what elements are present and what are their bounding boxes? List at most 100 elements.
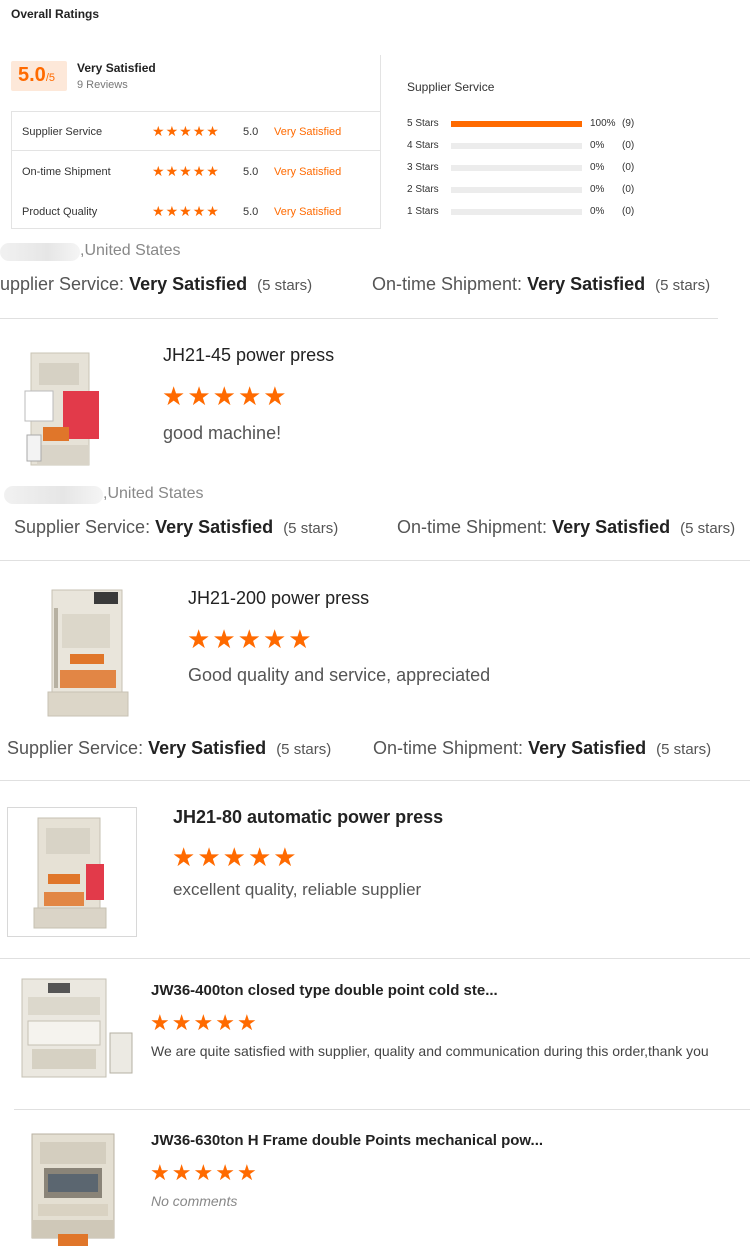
overall-score-badge: 5.0/5: [11, 61, 67, 91]
star-icon: ★: [237, 624, 263, 654]
rating-value: Very Satisfied: [552, 517, 671, 537]
product-rating-stars: ★★★★★: [172, 842, 299, 873]
rating-stars-text: (5 stars): [656, 741, 712, 758]
rating-bar-track: [451, 165, 582, 171]
supplier-service-rating: Supplier Service: Very Satisfied (5 star…: [7, 738, 331, 759]
product-thumbnail[interactable]: [28, 1124, 118, 1248]
shipment-rating: On-time Shipment: Very Satisfied (5 star…: [373, 738, 711, 759]
rating-bar-label: 2 Stars: [407, 184, 439, 195]
product-rating-stars: ★★★★★: [187, 624, 314, 655]
rating-stars-text: (5 stars): [257, 277, 313, 294]
rating-row-stars: ★★★★★: [152, 163, 220, 180]
star-icon: ★: [212, 381, 238, 411]
reviewer-name-blurred: [4, 486, 103, 504]
star-icon: ★: [273, 842, 299, 872]
star-icon: ★: [193, 1160, 216, 1185]
rating-bar-label: 5 Stars: [407, 118, 439, 129]
rating-bar-track: [451, 143, 582, 149]
rating-bar-count: (0): [622, 162, 635, 173]
star-icon: ★: [212, 624, 238, 654]
rating-label: On-time Shipment:: [397, 517, 548, 537]
overall-score: 5.0: [18, 64, 46, 86]
star-icon: ★: [172, 842, 198, 872]
product-rating-stars: ★★★★★: [162, 381, 289, 412]
divider: [14, 1109, 750, 1110]
product-thumbnail[interactable]: [18, 975, 136, 1081]
rating-bar-percent: 0%: [590, 162, 605, 173]
review-comment: good machine!: [163, 423, 282, 443]
product-name[interactable]: JW36-630ton H Frame double Points mechan…: [151, 1132, 543, 1149]
rating-bar-4: 4 Stars 0% (0): [407, 139, 647, 153]
star-icon: ★: [206, 203, 220, 219]
rating-row-stars: ★★★★★: [152, 203, 220, 220]
rating-row-supplier-service: Supplier Service ★★★★★ 5.0 Very Satisfie…: [22, 123, 362, 141]
rating-row-score: 5.0: [243, 206, 259, 218]
product-thumbnail[interactable]: [40, 584, 132, 720]
product-name[interactable]: JH21-80 automatic power press: [173, 807, 443, 828]
divider: [0, 958, 750, 959]
rating-bar-fill: [451, 121, 582, 127]
star-icon: ★: [171, 1010, 194, 1035]
star-icon: ★: [197, 842, 223, 872]
rating-bar-2: 2 Stars 0% (0): [407, 183, 647, 197]
power-press-image: [24, 352, 99, 466]
product-name[interactable]: JH21-45 power press: [163, 345, 334, 366]
divider: [380, 55, 381, 111]
star-icon: ★: [165, 163, 180, 179]
product-name[interactable]: JW36-400ton closed type double point col…: [151, 982, 498, 999]
rating-stars-text: (5 stars): [283, 520, 339, 537]
star-icon: ★: [262, 624, 289, 654]
product-rating-stars: ★★★★★: [150, 1010, 259, 1036]
rating-label: Supplier Service:: [14, 517, 151, 537]
power-press-image: [21, 978, 133, 1078]
star-icon: ★: [222, 842, 248, 872]
star-icon: ★: [171, 1160, 194, 1185]
rating-value: Very Satisfied: [528, 738, 647, 758]
power-press-image: [33, 817, 107, 929]
star-icon: ★: [215, 1010, 237, 1035]
rating-bar-label: 3 Stars: [407, 162, 439, 173]
rating-bar-count: (0): [622, 184, 635, 195]
star-icon: ★: [206, 123, 220, 139]
supplier-service-rating: upplier Service: Very Satisfied (5 stars…: [0, 274, 312, 295]
rating-bar-percent: 0%: [590, 206, 605, 217]
rating-stars-text: (5 stars): [655, 277, 711, 294]
rating-bar-count: (0): [622, 206, 635, 217]
star-icon: ★: [179, 163, 193, 179]
rating-row-text: Very Satisfied: [274, 206, 342, 218]
star-icon: ★: [263, 381, 289, 411]
rating-bar-label: 1 Stars: [407, 206, 439, 217]
product-thumbnail[interactable]: [17, 347, 99, 469]
rating-label: upplier Service:: [0, 274, 125, 294]
rating-row-label: Product Quality: [22, 206, 98, 218]
star-icon: ★: [150, 1010, 172, 1035]
rating-row-label: Supplier Service: [22, 126, 103, 138]
rating-value: Very Satisfied: [155, 517, 274, 537]
rating-row-text: Very Satisfied: [274, 166, 342, 178]
divider: [0, 780, 750, 781]
rating-bar-1: 1 Stars 0% (0): [407, 205, 647, 219]
star-icon: ★: [165, 123, 180, 139]
rating-stars-text: (5 stars): [680, 520, 736, 537]
rating-bar-track: [451, 187, 582, 193]
star-icon: ★: [193, 1010, 216, 1035]
overall-review-count: 9 Reviews: [77, 79, 128, 91]
shipment-rating: On-time Shipment: Very Satisfied (5 star…: [372, 274, 710, 295]
star-icon: ★: [192, 123, 207, 139]
star-icon: ★: [247, 842, 274, 872]
rating-row-product-quality: Product Quality ★★★★★ 5.0 Very Satisfied: [22, 203, 362, 221]
reviewer-name-blurred: [0, 243, 80, 261]
product-rating-stars: ★★★★★: [150, 1160, 259, 1186]
product-thumbnail[interactable]: [7, 807, 137, 937]
rating-row-label: On-time Shipment: [22, 166, 111, 178]
rating-label: On-time Shipment:: [372, 274, 523, 294]
star-icon: ★: [152, 123, 166, 139]
star-icon: ★: [179, 203, 193, 219]
supplier-service-rating: Supplier Service: Very Satisfied (5 star…: [14, 517, 338, 538]
rating-row-score: 5.0: [243, 126, 259, 138]
shipment-rating: On-time Shipment: Very Satisfied (5 star…: [397, 517, 735, 538]
product-name[interactable]: JH21-200 power press: [188, 588, 369, 609]
rating-label: On-time Shipment:: [373, 738, 524, 758]
overall-score-max: /5: [45, 72, 55, 84]
star-icon: ★: [206, 163, 220, 179]
